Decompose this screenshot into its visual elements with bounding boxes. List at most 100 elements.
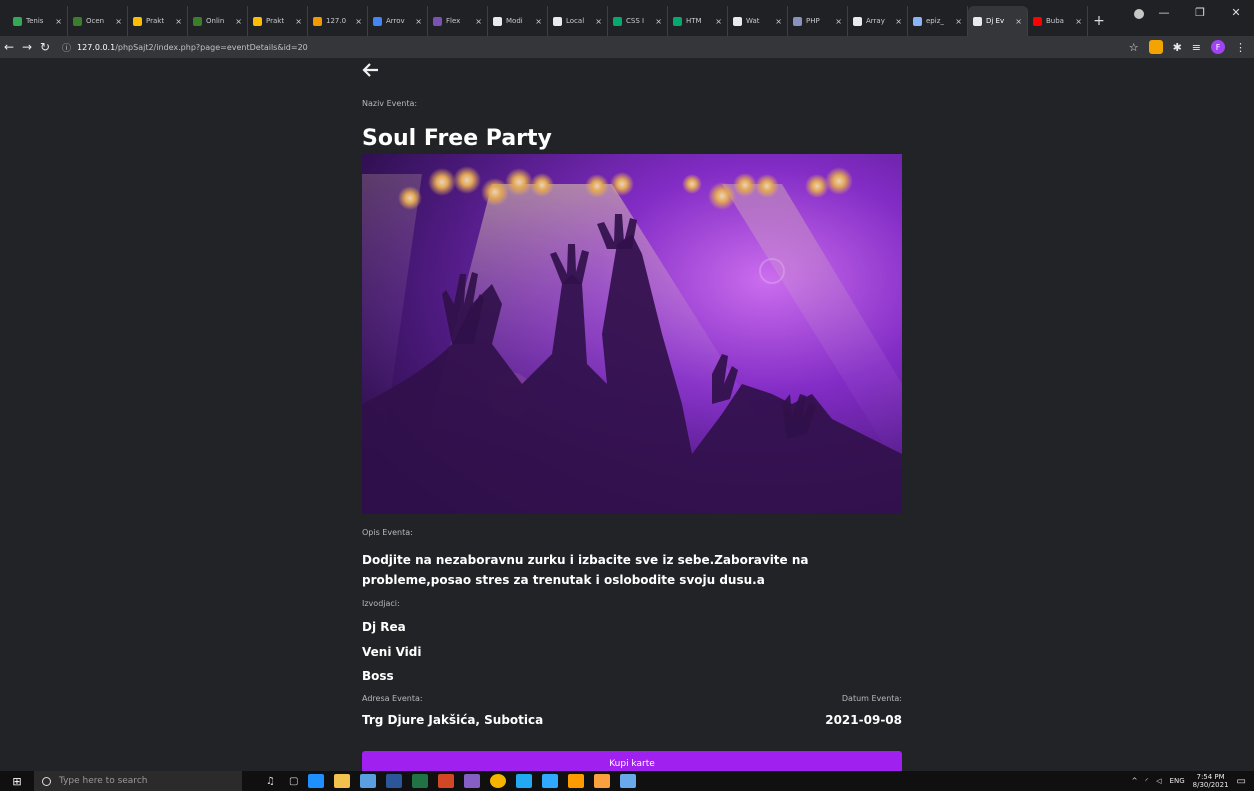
browser-tab[interactable]: Buba × [1028, 6, 1088, 36]
profile-avatar[interactable]: F [1211, 40, 1225, 54]
save-icon[interactable] [360, 774, 377, 788]
browser-tab[interactable]: Onlin × [188, 6, 248, 36]
description-label: Opis Eventa: [362, 528, 413, 537]
browser-tab[interactable]: Ocen × [68, 6, 128, 36]
tab-close-icon[interactable]: × [295, 17, 302, 26]
new-tab-button[interactable]: + [1088, 6, 1110, 36]
chrome-menu-dot-icon[interactable] [1134, 9, 1144, 19]
toolbar-actions: ☆ ✱ ≡ F ⋮ [1129, 40, 1254, 54]
tab-close-icon[interactable]: × [955, 17, 962, 26]
browser-tab[interactable]: HTM × [668, 6, 728, 36]
edge-icon[interactable] [308, 774, 325, 788]
tab-title: Buba [1046, 17, 1064, 25]
tab-favicon-icon [253, 16, 262, 26]
site-info-icon[interactable]: ⓘ [62, 41, 71, 54]
address-bar[interactable]: ⓘ 127.0.0.1 /phpSajt2/index.php?page=eve… [62, 38, 1112, 56]
tab-title: Arrov [386, 17, 405, 25]
browser-tab[interactable]: Wat × [728, 6, 788, 36]
tab-close-icon[interactable]: × [715, 17, 722, 26]
buy-tickets-button[interactable]: Kupi karte [362, 751, 902, 771]
reload-icon[interactable]: ↻ [36, 40, 54, 54]
tab-favicon-icon [1033, 16, 1042, 26]
browser-tab[interactable]: Dj Ev × [968, 6, 1028, 36]
web-page: Naziv Eventa: Soul Free Party Opis Event… [0, 58, 1254, 771]
clock[interactable]: 7:54 PM 8/30/2021 [1193, 773, 1229, 789]
performer-item: Veni Vidi [362, 645, 422, 659]
browser-tab[interactable]: Local × [548, 6, 608, 36]
tab-close-icon[interactable]: × [175, 17, 182, 26]
tab-close-icon[interactable]: × [1075, 17, 1082, 26]
windows-start-icon[interactable]: ⊞ [0, 775, 34, 788]
browser-tab[interactable]: Array × [848, 6, 908, 36]
vscode-icon[interactable] [516, 774, 533, 788]
performer-item: Dj Rea [362, 620, 406, 634]
notifications-icon[interactable]: ▭ [1237, 776, 1246, 787]
tab-close-icon[interactable]: × [835, 17, 842, 26]
visual-studio-icon[interactable] [464, 774, 481, 788]
photoshop-icon[interactable] [542, 774, 559, 788]
browser-tab[interactable]: Modi × [488, 6, 548, 36]
tab-favicon-icon [433, 16, 442, 26]
extensions-puzzle-icon[interactable]: ✱ [1173, 41, 1182, 54]
xampp-icon[interactable] [594, 774, 611, 788]
browser-tab[interactable]: 127.0 × [308, 6, 368, 36]
close-window-icon[interactable]: ✕ [1218, 6, 1254, 19]
tab-close-icon[interactable]: × [55, 17, 62, 26]
forward-nav-icon[interactable]: → [18, 40, 36, 54]
tab-title: Prakt [266, 17, 285, 25]
event-description: Dodjite na nezaboravnu zurku i izbacite … [362, 553, 809, 587]
tab-close-icon[interactable]: × [235, 17, 242, 26]
browser-tab[interactable]: Prakt × [128, 6, 188, 36]
extension-rss-icon[interactable] [1148, 40, 1163, 54]
restore-icon[interactable]: ❐ [1182, 6, 1218, 19]
browser-tab[interactable]: CSS I × [608, 6, 668, 36]
tab-close-icon[interactable]: × [475, 17, 482, 26]
browser-tab[interactable]: epiz_ × [908, 6, 968, 36]
tab-close-icon[interactable]: × [595, 17, 602, 26]
tab-close-icon[interactable]: × [115, 17, 122, 26]
tab-title: Local [566, 17, 585, 25]
reading-list-icon[interactable]: ≡ [1192, 41, 1201, 54]
minimize-icon[interactable]: — [1146, 6, 1182, 19]
tab-close-icon[interactable]: × [535, 17, 542, 26]
tab-title: Modi [506, 17, 523, 25]
task-view-icon[interactable]: ▢ [289, 776, 298, 787]
back-nav-icon[interactable]: ← [0, 40, 18, 54]
chrome-menu-icon[interactable]: ⋮ [1235, 41, 1246, 54]
tray-chevron-icon[interactable]: ^ [1132, 777, 1138, 785]
network-icon[interactable]: ◜ [1145, 777, 1148, 785]
microphone-icon[interactable]: ♫ [266, 776, 275, 787]
volume-icon[interactable]: ◁ [1156, 777, 1161, 785]
tab-close-icon[interactable]: × [355, 17, 362, 26]
powerpoint-icon[interactable] [438, 774, 455, 788]
tab-favicon-icon [733, 16, 742, 26]
tab-title: HTM [686, 17, 702, 25]
event-image [362, 154, 902, 514]
language-indicator[interactable]: ENG [1170, 777, 1185, 785]
system-tray: ^ ◜ ◁ ENG 7:54 PM 8/30/2021 ▭ [1132, 773, 1254, 789]
word-icon[interactable] [386, 774, 403, 788]
tab-close-icon[interactable]: × [775, 17, 782, 26]
browser-tab[interactable]: Tenis × [8, 6, 68, 36]
excel-icon[interactable] [412, 774, 429, 788]
illustrator-icon[interactable] [568, 774, 585, 788]
browser-tab[interactable]: Flex × [428, 6, 488, 36]
bookmark-star-icon[interactable]: ☆ [1129, 41, 1139, 54]
tab-close-icon[interactable]: × [415, 17, 422, 26]
tab-close-icon[interactable]: × [655, 17, 662, 26]
file-explorer-icon[interactable] [334, 774, 351, 788]
app-icon[interactable] [620, 774, 637, 788]
tab-close-icon[interactable]: × [1015, 17, 1022, 26]
tab-title: Dj Ev [986, 17, 1005, 25]
browser-tab[interactable]: Prakt × [248, 6, 308, 36]
browser-tab[interactable]: PHP × [788, 6, 848, 36]
taskbar-search-box[interactable]: Type here to search [34, 771, 242, 791]
tab-close-icon[interactable]: × [895, 17, 902, 26]
tab-favicon-icon [793, 16, 802, 26]
browser-tab[interactable]: Arrov × [368, 6, 428, 36]
arrow-left-icon[interactable] [362, 60, 380, 84]
chrome-icon[interactable] [490, 774, 507, 788]
window-controls: — ❐ ✕ [1146, 6, 1254, 19]
url-path: /phpSajt2/index.php?page=eventDetails&id… [115, 42, 308, 52]
tab-favicon-icon [913, 16, 922, 26]
